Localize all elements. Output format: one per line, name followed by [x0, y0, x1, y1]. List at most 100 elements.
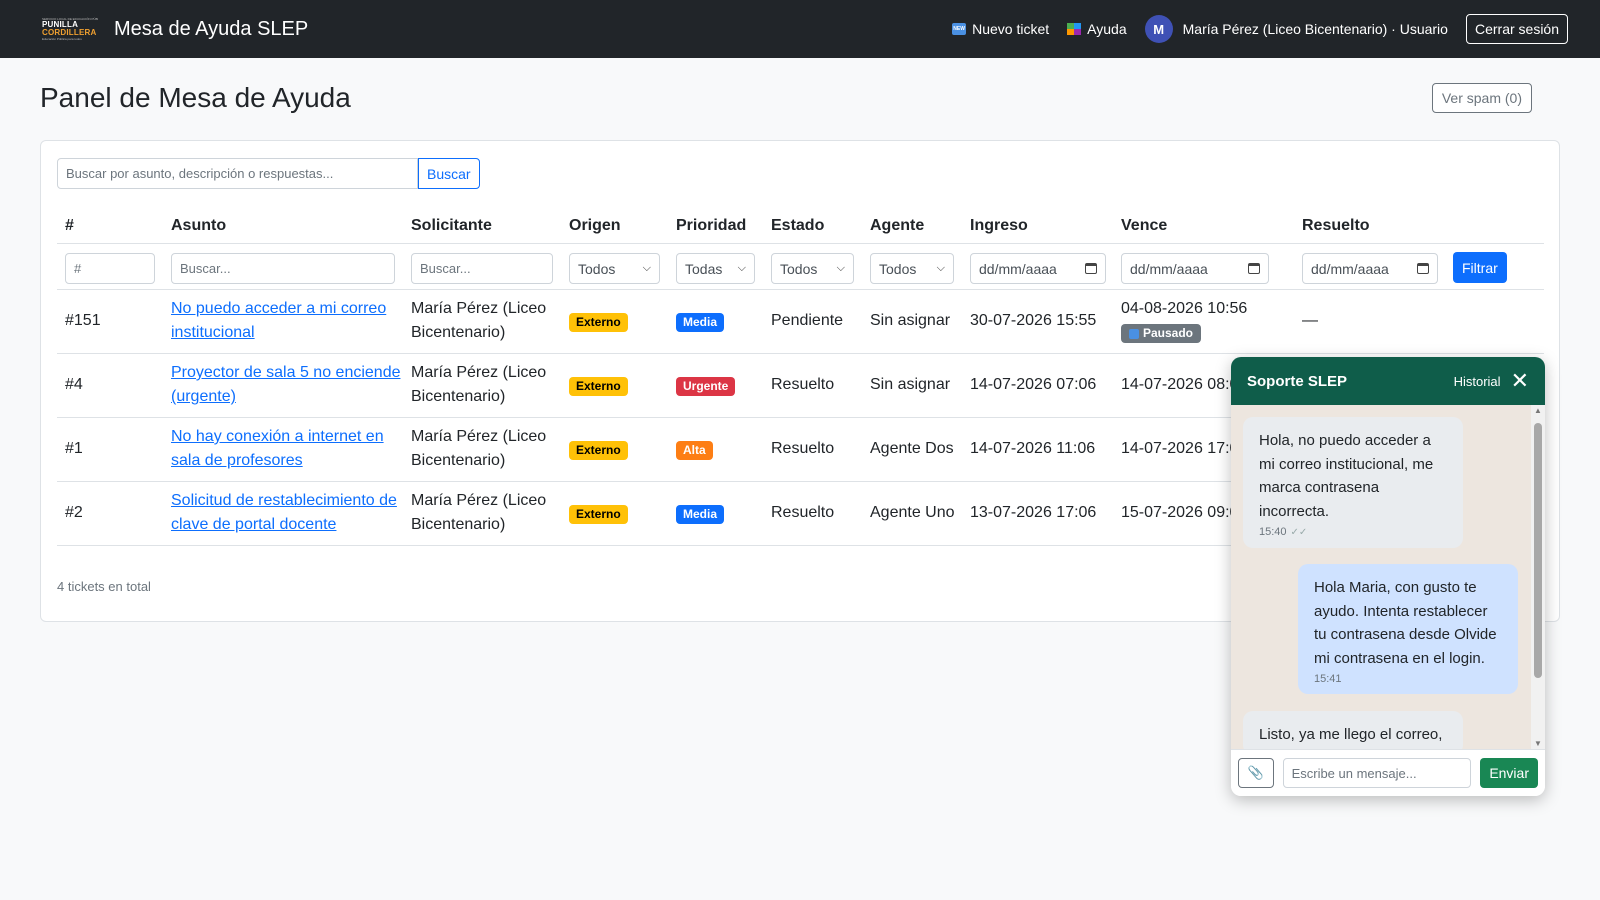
search-input[interactable]: Buscar por asunto, descripción o respues… [57, 158, 418, 189]
close-icon[interactable]: ✕ [1511, 370, 1529, 392]
ticket-created: 14-07-2026 07:06 [970, 376, 1097, 393]
help-icon [1067, 23, 1082, 35]
filter-resuelto-date[interactable]: dd/mm/aaaa [1302, 253, 1438, 284]
filter-solicitante-input[interactable]: Buscar... [411, 253, 553, 284]
ticket-due: 15-07-2026 09:0 [1121, 504, 1239, 521]
filter-agente-select[interactable]: Todos ⌵ [870, 253, 954, 284]
filter-asunto-input[interactable]: Buscar... [171, 253, 395, 284]
divider [57, 243, 1544, 244]
support-chat-widget: Soporte SLEP Historial ✕ Hola, no puedo … [1231, 357, 1545, 796]
calendar-icon[interactable] [1248, 263, 1260, 274]
ticket-created: 13-07-2026 17:06 [970, 504, 1097, 521]
ticket-status: Resuelto [771, 376, 835, 393]
chat-message-incoming: Hola, no puedo acceder a mi correo instit… [1243, 417, 1463, 548]
col-header-estado[interactable]: Estado [771, 217, 824, 235]
ticket-subject-link[interactable]: Solicitud de restablecimiento de clave de… [171, 489, 397, 537]
scroll-up-icon[interactable]: ▲ [1534, 406, 1542, 415]
filter-vence-date[interactable]: dd/mm/aaaa [1121, 253, 1269, 284]
priority-badge: Alta [676, 441, 713, 460]
ticket-subject-link[interactable]: No hay conexión a internet en sala de pro… [171, 425, 384, 473]
calendar-icon[interactable] [1417, 263, 1429, 274]
chat-composer: 📎 Escribe un mensaje... Enviar [1231, 749, 1545, 796]
user-name: María Pérez (Liceo Bicentenario) · Usuar… [1182, 21, 1448, 37]
view-spam-button[interactable]: Ver spam (0) [1431, 83, 1532, 113]
user-avatar[interactable]: M [1144, 15, 1173, 43]
chevron-down-icon: ⌵ [836, 262, 845, 274]
slep-logo[interactable]: SERVICIO LOCAL DE EDUCACIÓN PÚBLICA PUNI… [42, 17, 98, 41]
ticket-due: 14-07-2026 17:0 [1121, 440, 1239, 457]
col-header-ingreso[interactable]: Ingreso [970, 217, 1028, 235]
filter-vence-value: dd/mm/aaaa [1130, 260, 1208, 277]
filter-id-input[interactable]: # [65, 253, 155, 284]
origin-badge: Externo [569, 441, 628, 460]
read-ticks-icon: ✓✓ [1290, 527, 1308, 538]
chevron-down-icon: ⌵ [936, 262, 945, 274]
calendar-icon[interactable] [1085, 263, 1097, 274]
origin-badge: Externo [569, 505, 628, 524]
ticket-subject-link[interactable]: Proyector de sala 5 no enciende (urgente) [171, 361, 400, 409]
col-header-id[interactable]: # [65, 217, 74, 235]
ticket-agent: Sin asignar [870, 312, 951, 329]
ticket-requester: María Pérez (Liceo Bicentenario) [411, 364, 547, 405]
navbar: SERVICIO LOCAL DE EDUCACIÓN PÚBLICA PUNI… [0, 0, 1600, 58]
col-header-resuelto[interactable]: Resuelto [1302, 217, 1370, 235]
ticket-id: #1 [65, 440, 83, 457]
send-button[interactable]: Enviar [1480, 758, 1538, 788]
ticket-status: Resuelto [771, 440, 835, 457]
filter-prioridad-select[interactable]: Todas ⌵ [676, 253, 755, 284]
ticket-status: Pendiente [771, 312, 844, 329]
ticket-due: 04-08-2026 10:56 [1121, 300, 1248, 317]
col-header-agente[interactable]: Agente [870, 217, 924, 235]
chat-message-outgoing: Hola Maria, con gusto te ayudo. Intenta r… [1298, 564, 1518, 694]
col-header-solicitante[interactable]: Solicitante [411, 217, 492, 235]
priority-badge: Urgente [676, 377, 736, 396]
chat-header: Soporte SLEP Historial ✕ [1231, 357, 1545, 405]
filter-estado-select[interactable]: Todos ⌵ [771, 253, 854, 284]
new-icon: NEW [952, 23, 967, 35]
app-brand[interactable]: Mesa de Ayuda SLEP [114, 18, 308, 41]
paused-badge: Pausado [1121, 324, 1202, 343]
new-ticket-label: Nuevo ticket [972, 21, 1050, 37]
filter-ingreso-date[interactable]: dd/mm/aaaa [970, 253, 1106, 284]
attach-button[interactable]: 📎 [1238, 758, 1274, 788]
logout-button[interactable]: Cerrar sesión [1465, 14, 1568, 44]
col-header-vence[interactable]: Vence [1121, 217, 1167, 235]
ticket-count: 4 tickets en total [57, 579, 151, 594]
chat-messages[interactable]: Hola, no puedo acceder a mi correo instit… [1231, 405, 1545, 749]
filter-estado-value: Todos [780, 260, 818, 277]
col-header-origen[interactable]: Origen [569, 217, 621, 235]
filter-resuelto-value: dd/mm/aaaa [1311, 260, 1389, 277]
filter-button[interactable]: Filtrar [1453, 252, 1507, 283]
new-ticket-link[interactable]: NEW Nuevo ticket [952, 21, 1049, 37]
ticket-agent: Sin asignar [870, 376, 951, 393]
scroll-down-icon[interactable]: ▼ [1534, 739, 1542, 748]
ticket-id: #2 [65, 504, 83, 521]
paperclip-icon: 📎 [1247, 765, 1264, 780]
filter-origen-value: Todos [578, 260, 616, 277]
chat-history-link[interactable]: Historial [1454, 374, 1501, 389]
pause-icon [1129, 328, 1139, 339]
ticket-requester: María Pérez (Liceo Bicentenario) [411, 428, 547, 469]
help-link[interactable]: Ayuda [1067, 21, 1127, 37]
chat-scrollbar[interactable]: ▲ ▼ [1531, 405, 1545, 749]
origin-badge: Externo [569, 313, 628, 332]
search-button[interactable]: Buscar [418, 158, 480, 189]
chevron-down-icon: ⌵ [642, 262, 651, 274]
ticket-created: 14-07-2026 11:06 [970, 440, 1096, 457]
origin-badge: Externo [569, 377, 628, 396]
ticket-subject-link[interactable]: No puedo acceder a mi correo instituciona… [171, 297, 386, 345]
chat-message-incoming: Listo, ya me llego el correo, [1243, 711, 1463, 749]
ticket-id: #151 [65, 312, 101, 329]
chat-title: Soporte SLEP [1247, 372, 1348, 390]
chevron-down-icon: ⌵ [737, 262, 746, 274]
chat-message-input[interactable]: Escribe un mensaje... [1282, 758, 1472, 788]
message-time: 15:40 [1259, 526, 1287, 538]
col-header-prioridad[interactable]: Prioridad [676, 217, 746, 235]
ticket-created: 30-07-2026 15:55 [970, 312, 1097, 329]
page-title: Panel de Mesa de Ayuda [40, 82, 351, 113]
filter-ingreso-value: dd/mm/aaaa [979, 260, 1057, 277]
col-header-asunto[interactable]: Asunto [171, 217, 226, 235]
ticket-status: Resuelto [771, 504, 835, 521]
scrollbar-thumb[interactable] [1534, 423, 1542, 678]
filter-origen-select[interactable]: Todos ⌵ [569, 253, 660, 284]
